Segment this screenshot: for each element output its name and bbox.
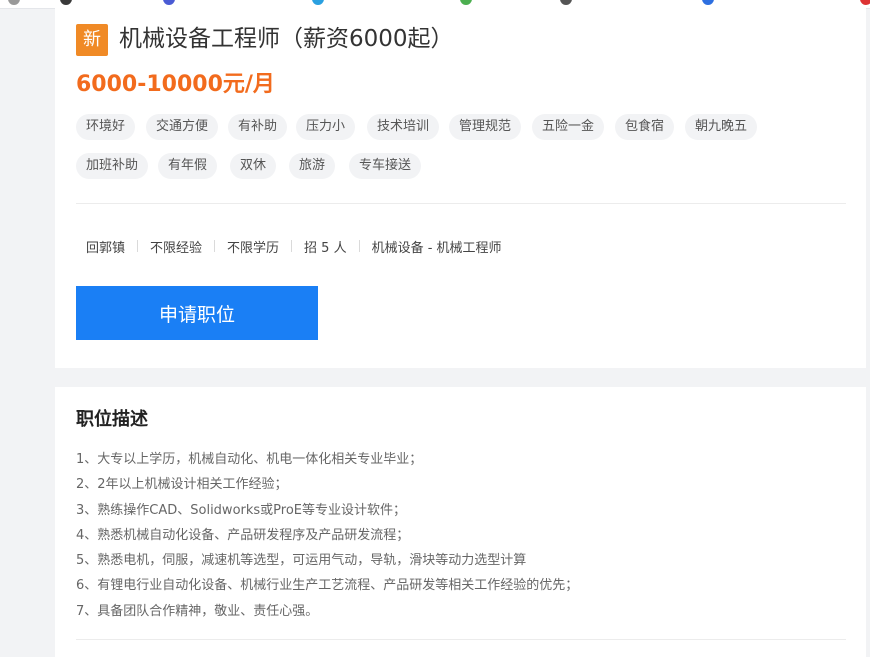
job-description-card: 职位描述 1、大专以上学历，机械自动化、机电一体化相关专业毕业； 2、2年以上机… — [55, 387, 866, 657]
benefit-tag: 双休 — [230, 153, 277, 179]
bookmark-item[interactable] — [312, 0, 324, 7]
description-item: 7、具备团队合作精神，敬业、责任心强。 — [76, 603, 319, 619]
meta-category: 机械设备 - 机械工程师 — [371, 240, 502, 256]
meta-headcount: 招 5 人 — [304, 240, 347, 256]
description-title: 职位描述 — [76, 409, 148, 430]
meta-experience: 不限经验 — [150, 240, 203, 256]
section-divider — [76, 639, 846, 640]
bookmark-icon — [860, 0, 870, 5]
salary: 6000-10000元/月 — [76, 72, 275, 97]
bookmark-icon — [163, 0, 175, 5]
new-badge: 新 — [76, 24, 108, 56]
bookmark-item[interactable] — [460, 0, 472, 7]
benefit-tag: 交通方便 — [146, 114, 219, 140]
bookmark-icon — [8, 0, 20, 5]
bookmark-item[interactable] — [60, 0, 72, 7]
meta-location: 回郭镇 — [86, 240, 126, 256]
description-item: 2、2年以上机械设计相关工作经验； — [76, 477, 288, 493]
bookmark-item[interactable] — [560, 0, 572, 7]
bookmark-item[interactable] — [702, 0, 714, 7]
section-divider — [76, 203, 846, 204]
benefit-tag: 有年假 — [158, 153, 218, 179]
benefit-tag: 专车接送 — [349, 153, 422, 179]
apply-button[interactable]: 申请职位 — [76, 286, 318, 340]
description-item: 1、大专以上学历，机械自动化、机电一体化相关专业毕业； — [76, 452, 423, 467]
benefit-tag: 五险一金 — [532, 114, 605, 140]
job-meta: 回郭镇 不限经验 不限学历 招 5 人 机械设备 - 机械工程师 — [76, 236, 514, 256]
job-title: 机械设备工程师（薪资6000起） — [119, 26, 454, 52]
description-item: 5、熟悉电机，伺服，减速机等选型，可运用气动，导轨，滑块等动力选型计算 — [76, 553, 527, 569]
meta-education: 不限学历 — [227, 240, 280, 256]
bookmark-item[interactable] — [163, 0, 175, 7]
description-item: 3、熟练操作CAD、Solidworks或ProE等专业设计软件； — [76, 502, 407, 518]
benefit-tag: 旅游 — [289, 153, 336, 179]
benefit-tag: 技术培训 — [367, 114, 440, 140]
benefit-tag: 环境好 — [76, 114, 136, 140]
bookmark-icon — [460, 0, 472, 5]
bookmark-item[interactable] — [8, 0, 20, 7]
bookmark-icon — [702, 0, 714, 5]
bookmark-item[interactable] — [860, 0, 870, 7]
bookmark-icon — [60, 0, 72, 5]
description-item: 6、有锂电行业自动化设备、机械行业生产工艺流程、产品研发等相关工作经验的优先； — [76, 578, 579, 594]
benefit-tag: 有补助 — [228, 114, 288, 140]
description-item: 4、熟悉机械自动化设备、产品研发程序及产品研发流程； — [76, 527, 410, 543]
benefit-tag: 包食宿 — [615, 114, 675, 140]
description-list: 1、大专以上学历，机械自动化、机电一体化相关专业毕业； 2、2年以上机械设计相关… — [76, 447, 578, 624]
bookmark-icon — [560, 0, 572, 5]
bookmark-icon — [312, 0, 324, 5]
benefit-tag: 加班补助 — [76, 153, 149, 179]
benefit-tag: 管理规范 — [449, 114, 522, 140]
benefit-tag: 朝九晚五 — [685, 114, 758, 140]
job-summary-card: 新 机械设备工程师（薪资6000起） 6000-10000元/月 环境好 交通方… — [55, 8, 866, 368]
benefit-tag: 压力小 — [296, 114, 356, 140]
